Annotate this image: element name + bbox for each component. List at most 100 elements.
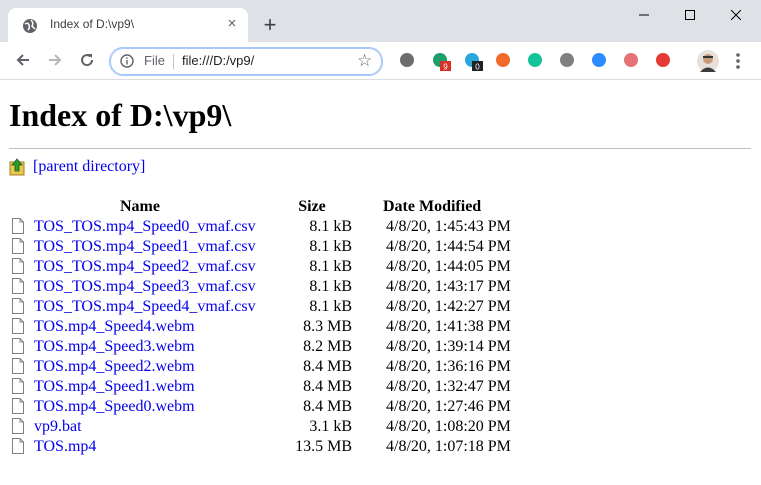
file-name-cell: TOS.mp4_Speed4.webm	[8, 317, 272, 337]
file-icon	[12, 398, 24, 414]
parent-directory-link[interactable]: [parent directory]	[33, 158, 145, 176]
file-size: 8.1 kB	[309, 258, 352, 275]
file-link[interactable]: TOS.mp4_Speed3.webm	[34, 338, 195, 355]
table-row: TOS_TOS.mp4_Speed4_vmaf.csv 8.1 kB 4/8/20,…	[8, 297, 556, 317]
file-name-cell: TOS_TOS.mp4_Speed4_vmaf.csv	[8, 297, 272, 317]
file-icon	[12, 258, 24, 274]
file-link[interactable]: TOS.mp4	[34, 438, 96, 455]
arrow-left-icon	[16, 54, 29, 66]
file-name-cell: TOS.mp4_Speed3.webm	[8, 337, 272, 357]
file-icon	[12, 238, 24, 254]
file-name-cell: TOS.mp4	[8, 437, 272, 457]
file-table: Name Size Date Modified TOS_TOS.mp4_Spee…	[8, 197, 556, 457]
tab-title: Index of D:\vp9\	[50, 17, 135, 31]
extension-sync-icon[interactable]: 0	[463, 51, 483, 71]
divider	[9, 148, 751, 149]
extension-record-icon[interactable]	[622, 51, 642, 71]
file-link[interactable]: vp9.bat	[34, 418, 82, 435]
table-row: TOS.mp4_Speed1.webm 8.4 MB 4/8/20, 1:32:47…	[8, 377, 556, 397]
table-header-row: Name Size Date Modified	[8, 197, 556, 217]
close-window-button[interactable]	[713, 0, 759, 30]
file-link[interactable]: TOS.mp4_Speed1.webm	[34, 378, 195, 395]
file-link[interactable]: TOS.mp4_Speed4.webm	[34, 318, 195, 335]
file-link[interactable]: TOS_TOS.mp4_Speed2_vmaf.csv	[34, 258, 256, 275]
maximize-button[interactable]	[667, 0, 713, 30]
file-link[interactable]: TOS.mp4_Speed2.webm	[34, 358, 195, 375]
file-icon	[12, 278, 24, 294]
extension-g-icon[interactable]: 9	[431, 51, 451, 71]
file-link[interactable]: TOS_TOS.mp4_Speed4_vmaf.csv	[34, 298, 256, 315]
grammarly-icon[interactable]	[526, 51, 546, 71]
omnibox-divider	[173, 54, 174, 69]
page-title: Index of D:\vp9\	[9, 97, 232, 133]
folder-up-icon	[9, 158, 25, 176]
file-name-cell: TOS.mp4_Speed0.webm	[8, 397, 272, 417]
extension-badge: 9	[443, 63, 448, 72]
reload-icon	[81, 54, 94, 67]
film-reel-icon[interactable]	[398, 51, 418, 71]
avatar[interactable]	[697, 50, 719, 72]
file-date: 4/8/20, 1:44:05 PM	[386, 258, 511, 275]
title-bar: Index of D:\vp9\ × +	[0, 0, 761, 42]
file-icon	[12, 418, 24, 434]
column-header-name[interactable]: Name	[8, 197, 272, 217]
file-icon	[12, 298, 24, 314]
file-link[interactable]: TOS_TOS.mp4_Speed3_vmaf.csv	[34, 278, 256, 295]
page-content: Index of D:\vp9\ [parent directory] Name…	[0, 80, 761, 485]
table-row: vp9.bat 3.1 kB 4/8/20, 1:08:20 PM	[8, 417, 556, 437]
file-name-cell: TOS_TOS.mp4_Speed2_vmaf.csv	[8, 257, 272, 277]
forward-button[interactable]	[42, 47, 68, 73]
address-bar[interactable]: File file:///D:/vp9/ ☆	[109, 47, 383, 76]
table-row: TOS.mp4 13.5 MB 4/8/20, 1:07:18 PM	[8, 437, 556, 457]
extension-b-icon[interactable]	[494, 51, 514, 71]
close-tab-icon[interactable]: ×	[224, 16, 240, 32]
close-icon	[731, 10, 741, 20]
table-row: TOS.mp4_Speed0.webm 8.4 MB 4/8/20, 1:27:46…	[8, 397, 556, 417]
file-link[interactable]: TOS_TOS.mp4_Speed0_vmaf.csv	[34, 218, 256, 235]
file-icon	[12, 358, 24, 374]
table-row: TOS_TOS.mp4_Speed2_vmaf.csv 8.1 kB 4/8/20,…	[8, 257, 556, 277]
column-header-date[interactable]: Date Modified	[352, 197, 556, 217]
file-link[interactable]: TOS.mp4_Speed0.webm	[34, 398, 195, 415]
file-date: 4/8/20, 1:43:17 PM	[386, 278, 511, 295]
file-name-cell: TOS.mp4_Speed1.webm	[8, 377, 272, 397]
minimize-button[interactable]	[621, 0, 667, 30]
file-link[interactable]: TOS_TOS.mp4_Speed1_vmaf.csv	[34, 238, 256, 255]
file-size: 8.1 kB	[309, 238, 352, 255]
file-date: 4/8/20, 1:32:47 PM	[386, 378, 511, 395]
file-icon	[12, 438, 24, 454]
table-row: TOS_TOS.mp4_Speed0_vmaf.csv 8.1 kB 4/8/20,…	[8, 217, 556, 237]
back-button[interactable]	[10, 47, 36, 73]
info-icon[interactable]	[120, 54, 134, 68]
file-name-cell: TOS_TOS.mp4_Speed3_vmaf.csv	[8, 277, 272, 297]
browser-tab[interactable]: Index of D:\vp9\ ×	[8, 8, 248, 42]
file-date: 4/8/20, 1:07:18 PM	[386, 438, 511, 455]
file-name-cell: TOS_TOS.mp4_Speed1_vmaf.csv	[8, 237, 272, 257]
table-row: TOS.mp4_Speed3.webm 8.2 MB 4/8/20, 1:39:14…	[8, 337, 556, 357]
file-size: 8.1 kB	[309, 218, 352, 235]
new-tab-button[interactable]: +	[258, 14, 282, 38]
table-row: TOS.mp4_Speed2.webm 8.4 MB 4/8/20, 1:36:16…	[8, 357, 556, 377]
file-size: 8.4 MB	[303, 358, 352, 375]
extension-badge: 0	[475, 63, 480, 72]
file-date: 4/8/20, 1:36:16 PM	[386, 358, 511, 375]
bookmark-star-icon[interactable]: ☆	[357, 51, 372, 71]
file-date: 4/8/20, 1:08:20 PM	[386, 418, 511, 435]
file-date: 4/8/20, 1:27:46 PM	[386, 398, 511, 415]
more-menu-icon[interactable]	[732, 51, 744, 71]
url-text[interactable]: file:///D:/vp9/	[182, 53, 254, 68]
youtube-icon[interactable]	[654, 51, 674, 71]
scheme-label: File	[144, 53, 165, 68]
browser-toolbar: File file:///D:/vp9/ ☆ 9 0	[0, 42, 761, 80]
reload-button[interactable]	[74, 47, 100, 73]
file-name-cell: TOS.mp4_Speed2.webm	[8, 357, 272, 377]
table-row: TOS_TOS.mp4_Speed1_vmaf.csv 8.1 kB 4/8/20,…	[8, 237, 556, 257]
file-date: 4/8/20, 1:42:27 PM	[386, 298, 511, 315]
extension-circle-icon[interactable]	[558, 51, 578, 71]
file-name-cell: vp9.bat	[8, 417, 272, 437]
zoom-icon[interactable]	[590, 51, 610, 71]
file-icon	[12, 218, 24, 234]
file-icon	[12, 338, 24, 354]
file-size: 8.4 MB	[303, 378, 352, 395]
column-header-size[interactable]: Size	[272, 197, 352, 217]
